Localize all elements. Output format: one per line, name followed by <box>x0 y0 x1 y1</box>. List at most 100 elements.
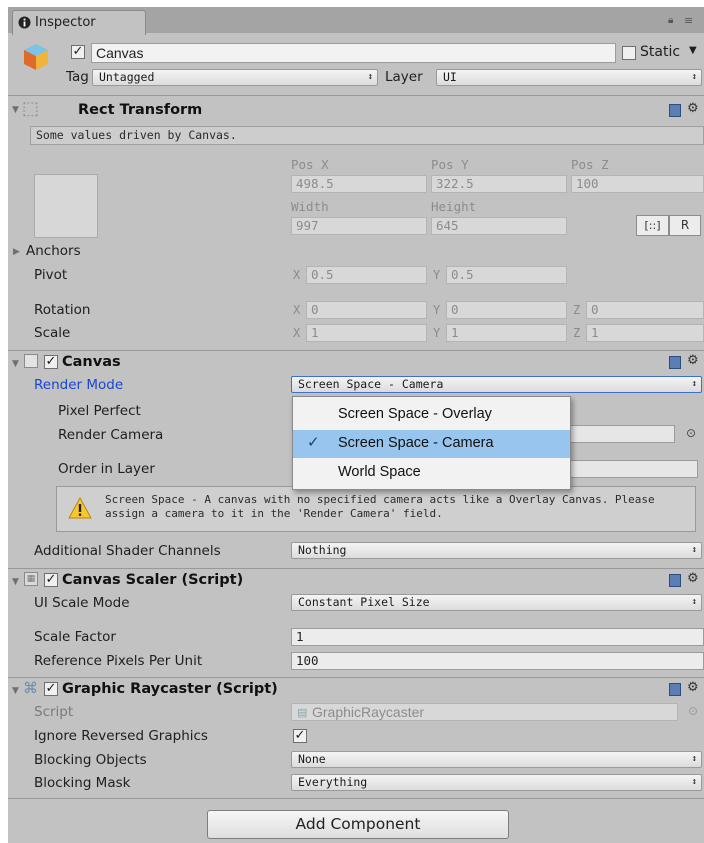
blocking-objects-value: None <box>298 752 326 766</box>
canvas-title: Canvas <box>62 354 121 370</box>
order-in-layer-label: Order in Layer <box>58 461 155 477</box>
tag-dropdown[interactable]: Untagged ↕ <box>92 69 378 86</box>
tag-value: Untagged <box>99 70 155 84</box>
canvas-scaler-icon: ▦ <box>24 572 38 586</box>
foldout-anchors[interactable]: ▶ <box>13 247 20 257</box>
graphic-raycaster-enabled-checkbox[interactable]: ✓ <box>44 682 58 696</box>
help-icon[interactable] <box>669 356 681 369</box>
tab-label: Inspector <box>35 15 96 30</box>
render-camera-label: Render Camera <box>58 427 164 443</box>
updown-arrow-icon: ↕ <box>691 72 697 82</box>
updown-arrow-icon: ↕ <box>691 379 697 389</box>
add-component-button[interactable]: Add Component <box>207 810 509 839</box>
gear-icon[interactable]: ⚙ <box>687 680 699 695</box>
gear-icon[interactable]: ⚙ <box>687 571 699 586</box>
static-dropdown-arrow[interactable]: ▼ <box>689 45 697 56</box>
ui-scale-mode-value: Constant Pixel Size <box>298 595 430 609</box>
shader-channels-value: Nothing <box>298 543 347 557</box>
scale-z-axis: Z <box>573 326 581 340</box>
blocking-objects-dropdown[interactable]: None ↕ <box>291 751 702 768</box>
height-label: Height <box>431 199 477 214</box>
render-mode-label: Render Mode <box>34 377 124 393</box>
pivot-x-axis: X <box>293 268 301 282</box>
height-field: 645 <box>431 217 567 235</box>
shader-channels-label: Additional Shader Channels <box>34 543 221 559</box>
menu-item-screen-space-overlay[interactable]: Screen Space - Overlay <box>293 401 570 429</box>
graphic-raycaster-title: Graphic Raycaster (Script) <box>62 681 278 697</box>
blocking-mask-label: Blocking Mask <box>34 775 131 791</box>
info-icon <box>18 16 31 29</box>
scale-factor-label: Scale Factor <box>34 629 116 645</box>
scale-x-field[interactable]: 1 <box>306 324 427 342</box>
help-icon[interactable] <box>669 683 681 696</box>
gameobject-name-field[interactable]: Canvas <box>91 43 616 63</box>
scale-label: Scale <box>34 325 71 341</box>
scale-factor-field[interactable]: 1 <box>291 628 704 646</box>
blocking-mask-dropdown[interactable]: Everything ↕ <box>291 774 702 791</box>
lock-icon[interactable]: 🔒︎ <box>668 15 673 26</box>
help-icon[interactable] <box>669 574 681 587</box>
ref-ppu-field[interactable]: 100 <box>291 652 704 670</box>
driven-note: Some values driven by Canvas. <box>36 128 237 142</box>
rotation-x-field[interactable]: 0 <box>306 301 427 319</box>
order-in-layer-field[interactable] <box>568 460 698 478</box>
foldout-rect-transform[interactable]: ▼ <box>12 105 19 115</box>
warning-text: Screen Space - A canvas with no specifie… <box>105 493 655 521</box>
canvas-component-icon <box>24 354 38 368</box>
pos-z-field[interactable]: 100 <box>571 175 704 193</box>
warning-line-1: Screen Space - A canvas with no specifie… <box>105 493 655 506</box>
rect-transform-title: Rect Transform <box>78 102 203 118</box>
foldout-canvas-scaler[interactable]: ▼ <box>12 577 19 587</box>
help-icon[interactable] <box>669 104 681 117</box>
layer-dropdown[interactable]: UI ↕ <box>436 69 702 86</box>
render-camera-field[interactable] <box>568 425 675 443</box>
anchors-label[interactable]: Anchors <box>26 243 81 259</box>
menu-item-label: World Space <box>338 464 421 480</box>
graphic-raycaster-icon: ⌘ <box>23 679 38 697</box>
ignore-reversed-checkbox[interactable]: ✓ <box>293 729 307 743</box>
scale-x-axis: X <box>293 326 301 340</box>
script-field: ▤ GraphicRaycaster <box>291 703 678 721</box>
menu-icon[interactable]: ≡ <box>684 14 693 27</box>
static-checkbox[interactable] <box>622 46 636 60</box>
rotation-y-axis: Y <box>433 303 441 317</box>
pivot-y-axis: Y <box>433 268 441 282</box>
render-mode-value: Screen Space - Camera <box>298 377 444 391</box>
scale-y-field[interactable]: 1 <box>446 324 567 342</box>
scale-z-field[interactable]: 1 <box>586 324 704 342</box>
tab-bar: Inspector 🔒︎ ≡ <box>8 7 704 35</box>
blueprint-mode-button[interactable]: [::] <box>636 215 669 236</box>
tab-inspector[interactable]: Inspector <box>12 10 146 35</box>
warning-line-2: assign a camera to it in the 'Render Cam… <box>105 507 443 520</box>
gear-icon[interactable]: ⚙ <box>687 101 699 116</box>
raw-edit-button[interactable]: R <box>669 215 701 236</box>
active-checkbox[interactable]: ✓ <box>71 45 85 59</box>
pivot-y-field[interactable]: 0.5 <box>446 266 567 284</box>
script-file-icon: ▤ <box>297 707 308 719</box>
rotation-y-field[interactable]: 0 <box>446 301 567 319</box>
canvas-scaler-enabled-checkbox[interactable]: ✓ <box>44 573 58 587</box>
shader-channels-dropdown[interactable]: Nothing ↕ <box>291 542 702 559</box>
rotation-label: Rotation <box>34 302 91 318</box>
anchor-preset-box <box>34 174 98 238</box>
foldout-canvas[interactable]: ▼ <box>12 359 19 369</box>
render-mode-dropdown[interactable]: Screen Space - Camera ↕ <box>291 376 702 393</box>
menu-item-world-space[interactable]: World Space <box>293 459 570 487</box>
updown-arrow-icon: ↕ <box>691 597 697 607</box>
object-picker-icon: ⊙ <box>688 704 699 718</box>
rotation-z-field[interactable]: 0 <box>586 301 704 319</box>
scale-y-axis: Y <box>433 326 441 340</box>
gear-icon[interactable]: ⚙ <box>687 353 699 368</box>
rotation-z-axis: Z <box>573 303 581 317</box>
canvas-enabled-checkbox[interactable]: ✓ <box>44 355 58 369</box>
pivot-x-field[interactable]: 0.5 <box>306 266 427 284</box>
object-picker-icon[interactable]: ⊙ <box>686 426 696 440</box>
warning-box: Screen Space - A canvas with no specifie… <box>56 486 696 532</box>
gameobject-cube-icon <box>24 44 48 70</box>
updown-arrow-icon: ↕ <box>691 545 697 555</box>
ui-scale-mode-label: UI Scale Mode <box>34 595 130 611</box>
ui-scale-mode-dropdown[interactable]: Constant Pixel Size ↕ <box>291 594 702 611</box>
foldout-graphic-raycaster[interactable]: ▼ <box>12 686 19 696</box>
render-mode-menu: Screen Space - Overlay ✓ Screen Space - … <box>292 396 571 490</box>
menu-item-screen-space-camera[interactable]: ✓ Screen Space - Camera <box>293 430 570 458</box>
